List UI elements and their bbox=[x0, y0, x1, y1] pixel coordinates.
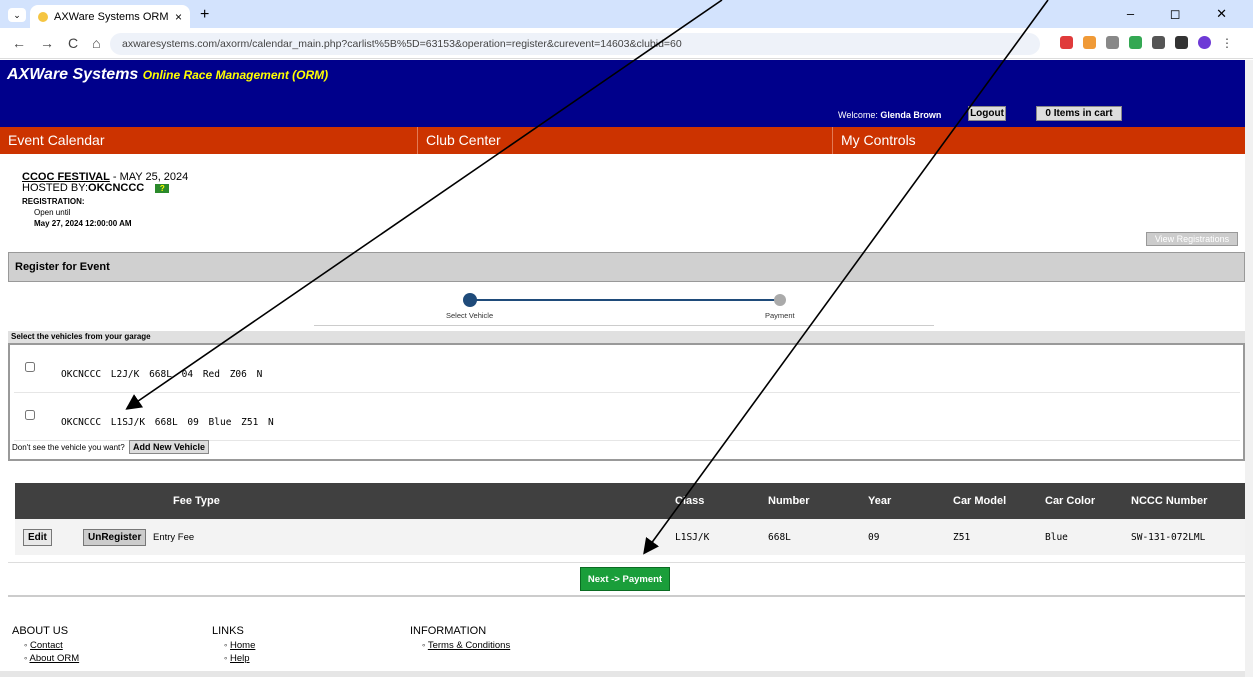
fee-table: Fee Type Class Number Year Car Model Car… bbox=[15, 483, 1245, 555]
extension-icon[interactable] bbox=[1060, 36, 1073, 49]
extension-icon[interactable] bbox=[1083, 36, 1096, 49]
add-vehicle-prompt: Don't see the vehicle you want? Add New … bbox=[12, 440, 209, 454]
welcome-text: Welcome: Glenda Brown bbox=[838, 110, 941, 120]
window-controls[interactable]: – ◻ ✕ bbox=[1127, 6, 1243, 22]
event-host: HOSTED BY:OKCNCCC ? bbox=[22, 183, 188, 194]
step-payment-label: Payment bbox=[765, 311, 795, 320]
footer-link-about-orm[interactable]: About ORM bbox=[29, 653, 79, 664]
vehicle-row[interactable]: OKCNCCC L2J/K 668L 04 Red Z06 N bbox=[14, 345, 1240, 393]
cell-nccc-number: SW-131-072LML bbox=[1131, 519, 1245, 555]
footer-information: INFORMATION ◦ Terms & Conditions bbox=[410, 625, 511, 651]
user-name: Glenda Brown bbox=[880, 110, 942, 120]
forward-button[interactable]: → bbox=[40, 35, 54, 51]
header-car-model: Car Model bbox=[953, 483, 1045, 519]
browser-tab-strip: ⌄ AXWare Systems ORM × + – ◻ ✕ bbox=[0, 0, 1253, 28]
dont-see-text: Don't see the vehicle you want? bbox=[12, 443, 125, 452]
header-edit-col bbox=[15, 483, 75, 519]
header-unreg-col bbox=[75, 483, 153, 519]
tab-search-button[interactable]: ⌄ bbox=[8, 8, 26, 22]
cell-fee-type: Entry Fee bbox=[153, 519, 675, 555]
menu-club-center[interactable]: Club Center bbox=[418, 127, 833, 154]
table-row: Edit UnRegister Entry Fee L1SJ/K 668L 09… bbox=[15, 519, 1245, 555]
cell-year: 09 bbox=[868, 519, 953, 555]
site-brand: AXWare Systems Online Race Management (O… bbox=[7, 66, 328, 84]
divider bbox=[8, 562, 1245, 563]
extension-icon[interactable] bbox=[1129, 36, 1142, 49]
cell-car-color: Blue bbox=[1045, 519, 1131, 555]
footer-links: LINKS ◦ Home ◦ Help bbox=[212, 625, 256, 664]
profile-avatar[interactable] bbox=[1198, 36, 1211, 49]
step-payment-dot bbox=[774, 294, 786, 306]
browser-tab[interactable]: AXWare Systems ORM × bbox=[30, 5, 190, 28]
url-input[interactable]: axwaresystems.com/axorm/calendar_main.ph… bbox=[110, 33, 1040, 55]
extension-icon[interactable] bbox=[1106, 36, 1119, 49]
header-class: Class bbox=[675, 483, 768, 519]
stepper-line bbox=[469, 299, 781, 301]
register-header: Register for Event bbox=[8, 252, 1245, 282]
new-tab-button[interactable]: + bbox=[200, 6, 209, 24]
host-name: OKCNCCC bbox=[88, 182, 145, 194]
event-info: CCOC FESTIVAL - MAY 25, 2024 HOSTED BY:O… bbox=[22, 172, 188, 229]
vehicle-row[interactable]: OKCNCCC L1SJ/K 668L 09 Blue Z51 N bbox=[14, 393, 1240, 441]
hosted-by-label: HOSTED BY: bbox=[22, 182, 89, 194]
cell-car-model: Z51 bbox=[953, 519, 1045, 555]
reload-button[interactable]: C bbox=[68, 35, 78, 51]
welcome-prefix: Welcome: bbox=[838, 110, 878, 120]
sidepanel-icon[interactable] bbox=[1175, 36, 1188, 49]
unregister-button[interactable]: UnRegister bbox=[83, 528, 147, 546]
brand-name: AXWare Systems bbox=[7, 66, 139, 83]
next-payment-button[interactable]: Next -> Payment bbox=[580, 567, 670, 591]
extensions-puzzle-icon[interactable] bbox=[1152, 36, 1165, 49]
footer-link-help[interactable]: Help bbox=[230, 653, 250, 664]
step-select-vehicle-dot bbox=[463, 293, 477, 307]
tab-close-icon[interactable]: × bbox=[175, 10, 182, 24]
menu-my-controls[interactable]: My Controls bbox=[833, 127, 1245, 154]
vehicle-text: OKCNCCC L2J/K 668L 04 Red Z06 N bbox=[61, 369, 263, 380]
help-badge[interactable]: ? bbox=[155, 184, 170, 193]
header-nccc-number: NCCC Number bbox=[1131, 483, 1245, 519]
progress-stepper: Select Vehicle Payment bbox=[314, 290, 934, 326]
step-select-vehicle-label: Select Vehicle bbox=[446, 311, 494, 320]
browser-menu-icon[interactable]: ⋮ bbox=[1221, 36, 1234, 50]
garage-header: Select the vehicles from your garage bbox=[8, 331, 1245, 343]
footer-link-contact[interactable]: Contact bbox=[30, 640, 63, 651]
divider bbox=[8, 595, 1245, 597]
vehicle-checkbox[interactable] bbox=[25, 362, 35, 372]
main-menu: Event Calendar Club Center My Controls bbox=[0, 127, 1245, 154]
vertical-scrollbar[interactable] bbox=[1245, 60, 1253, 677]
footer-link-terms[interactable]: Terms & Conditions bbox=[428, 640, 510, 651]
footer-info-title: INFORMATION bbox=[410, 625, 487, 637]
header-year: Year bbox=[868, 483, 953, 519]
vehicle-text: OKCNCCC L1SJ/K 668L 09 Blue Z51 N bbox=[61, 417, 274, 428]
registration-label: REGISTRATION: bbox=[22, 197, 85, 206]
vehicle-checkbox[interactable] bbox=[25, 410, 35, 420]
view-registrations-button[interactable]: View Registrations bbox=[1146, 232, 1238, 246]
cell-class: L1SJ/K bbox=[675, 519, 768, 555]
header-car-color: Car Color bbox=[1045, 483, 1131, 519]
fee-table-header: Fee Type Class Number Year Car Model Car… bbox=[15, 483, 1245, 519]
footer-about: ABOUT US ◦ Contact ◦ About ORM bbox=[12, 625, 80, 664]
back-button[interactable]: ← bbox=[12, 35, 26, 51]
header-fee-type: Fee Type bbox=[153, 483, 675, 519]
open-until-label: Open until bbox=[34, 208, 71, 217]
brand-subtitle: Online Race Management (ORM) bbox=[142, 68, 329, 82]
garage-list: OKCNCCC L2J/K 668L 04 Red Z06 N OKCNCCC … bbox=[8, 343, 1245, 461]
logout-button[interactable]: Logout bbox=[968, 106, 1006, 121]
tab-title: AXWare Systems ORM bbox=[54, 10, 169, 23]
extensions-bar: ⋮ bbox=[1060, 36, 1234, 50]
footer-about-title: ABOUT US bbox=[12, 625, 69, 637]
open-until-date: May 27, 2024 12:00:00 AM bbox=[34, 219, 132, 228]
home-button[interactable]: ⌂ bbox=[92, 35, 100, 51]
address-bar-row: ← → C ⌂ axwaresystems.com/axorm/calendar… bbox=[0, 28, 1253, 59]
footer-links-title: LINKS bbox=[212, 625, 244, 637]
add-vehicle-button[interactable]: Add New Vehicle bbox=[128, 440, 209, 454]
footer-link-home[interactable]: Home bbox=[230, 640, 255, 651]
cart-button[interactable]: 0 Items in cart bbox=[1036, 106, 1122, 121]
header-number: Number bbox=[768, 483, 868, 519]
horizontal-scrollbar[interactable] bbox=[0, 671, 1245, 677]
edit-button[interactable]: Edit bbox=[23, 528, 52, 546]
favicon-icon bbox=[38, 11, 48, 22]
cell-number: 668L bbox=[768, 519, 868, 555]
menu-event-calendar[interactable]: Event Calendar bbox=[0, 127, 418, 154]
